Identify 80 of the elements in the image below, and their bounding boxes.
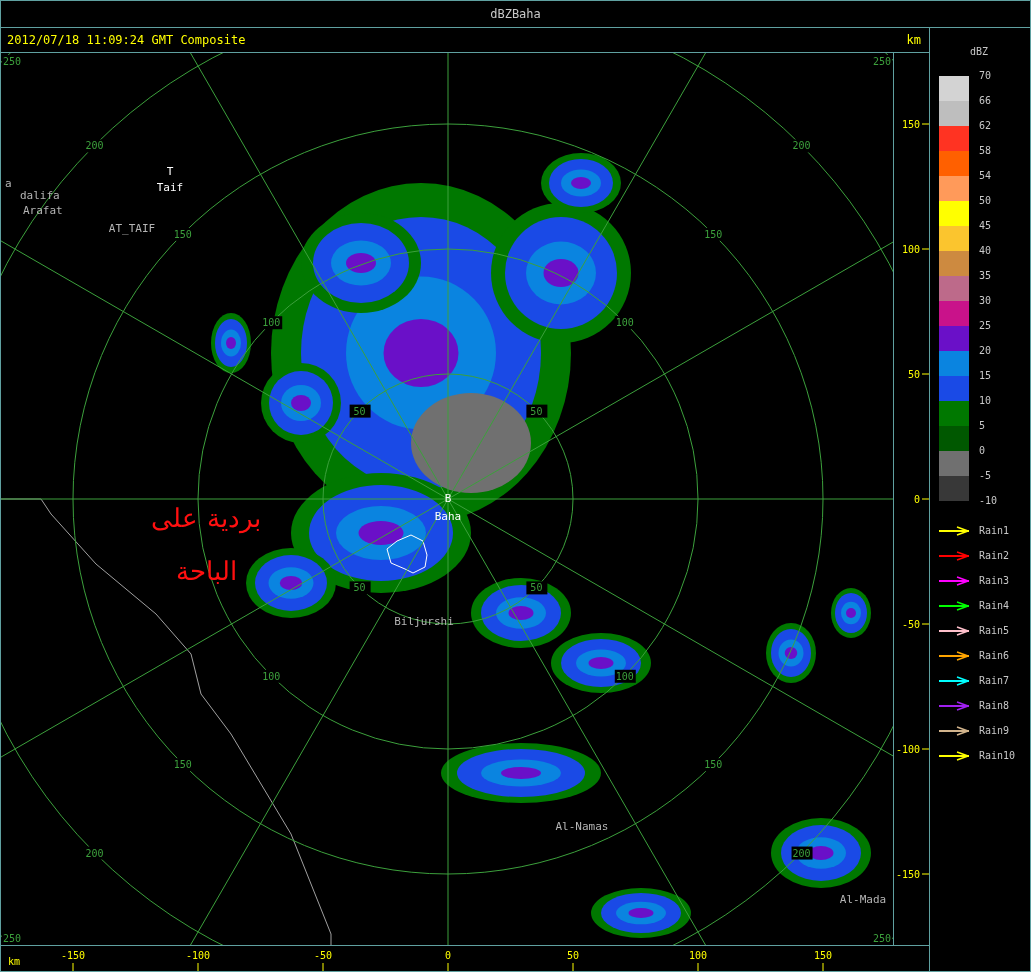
y-tick-label: 50 (908, 369, 921, 380)
y-tick-label: -50 (901, 619, 921, 630)
range-label: 200 (792, 847, 811, 859)
y-tick-label: 100 (901, 244, 921, 255)
y-tick-label: -150 (895, 869, 921, 880)
scale-label: 70 (979, 69, 992, 83)
track-label: Rain8 (979, 700, 1010, 711)
scale-label: 58 (979, 144, 992, 158)
timestamp: 2012/07/18 11:09:24 GMT Composite (7, 33, 246, 47)
range-label: 50 (530, 405, 543, 417)
track-label: Rain2 (979, 550, 1010, 561)
x-tick-label: 100 (688, 950, 708, 961)
scale-label: 50 (979, 194, 992, 208)
x-tick-label: -50 (313, 950, 333, 961)
range-label: 250 (872, 933, 891, 944)
storm-outline (386, 534, 428, 574)
y-tick-label: -100 (895, 744, 921, 755)
place-label: Arafat (23, 204, 63, 217)
scale-label: 40 (979, 244, 992, 258)
window-title: dBZBaha (490, 7, 541, 21)
range-label: 150 (704, 759, 723, 771)
track-label: Rain7 (979, 675, 1010, 686)
x-tick-label: 50 (567, 950, 579, 961)
place-label: T (166, 165, 174, 178)
range-label: 250 (872, 56, 891, 67)
range-label: 100 (615, 317, 634, 329)
scale-label: 62 (979, 119, 992, 133)
range-label: 200 (85, 140, 104, 152)
place-label: B (444, 492, 452, 505)
track-label: Rain3 (979, 575, 1010, 586)
range-label: 150 (173, 228, 192, 240)
range-label: 200 (85, 847, 104, 859)
range-label: 200 (792, 140, 811, 152)
place-label: Baha (434, 510, 462, 523)
range-label: 100 (262, 670, 281, 682)
range-label: 150 (173, 759, 192, 771)
range-label: 100 (615, 670, 634, 682)
range-label: 50 (353, 582, 366, 594)
x-tick-label: -150 (60, 950, 86, 961)
place-label: dalifa (20, 189, 60, 202)
track-label: Rain4 (979, 600, 1010, 611)
x-tick-label: -100 (185, 950, 211, 961)
place-label: a (5, 177, 12, 190)
track-label: Rain10 (979, 750, 1016, 761)
x-tick-label: 0 (445, 950, 451, 961)
scale-label: 54 (979, 169, 992, 183)
scale-label: -10 (979, 494, 999, 508)
track-label: Rain1 (979, 525, 1010, 536)
range-label: 100 (262, 317, 281, 329)
place-label: Al-Mada (839, 893, 887, 906)
legend-title: dBZ (970, 46, 989, 57)
annotation-text: بردية على (151, 503, 261, 533)
x-tick-label: 150 (813, 950, 833, 961)
scale-label: 15 (979, 369, 992, 383)
scale-label: 20 (979, 344, 992, 358)
scale-label: 25 (979, 319, 992, 333)
range-label: 150 (704, 228, 723, 240)
y-tick-label: 0 (914, 494, 921, 505)
track-label: Rain6 (979, 650, 1010, 661)
axis-unit: km (8, 956, 21, 967)
scale-label: 45 (979, 219, 992, 233)
scale-label: 66 (979, 94, 992, 108)
scale-label: -5 (979, 469, 992, 483)
axis-unit: km (906, 33, 921, 47)
range-label: 50 (353, 405, 366, 417)
y-tick-label: 150 (901, 119, 921, 130)
scale-label: 5 (979, 419, 986, 433)
scale-label: 35 (979, 269, 992, 283)
scale-label: 30 (979, 294, 992, 308)
scale-label: 0 (979, 444, 986, 458)
annotation-text: الباحة (175, 556, 237, 586)
range-label: 250 (3, 56, 22, 67)
track-label: Rain5 (979, 625, 1010, 636)
range-label: 250 (3, 933, 22, 944)
place-label: AT_TAIF (108, 222, 156, 235)
range-label: 50 (530, 582, 543, 594)
place-label: Al-Namas (555, 820, 609, 833)
track-label: Rain9 (979, 725, 1010, 736)
place-label: Taif (156, 181, 184, 194)
scale-label: 10 (979, 394, 992, 408)
